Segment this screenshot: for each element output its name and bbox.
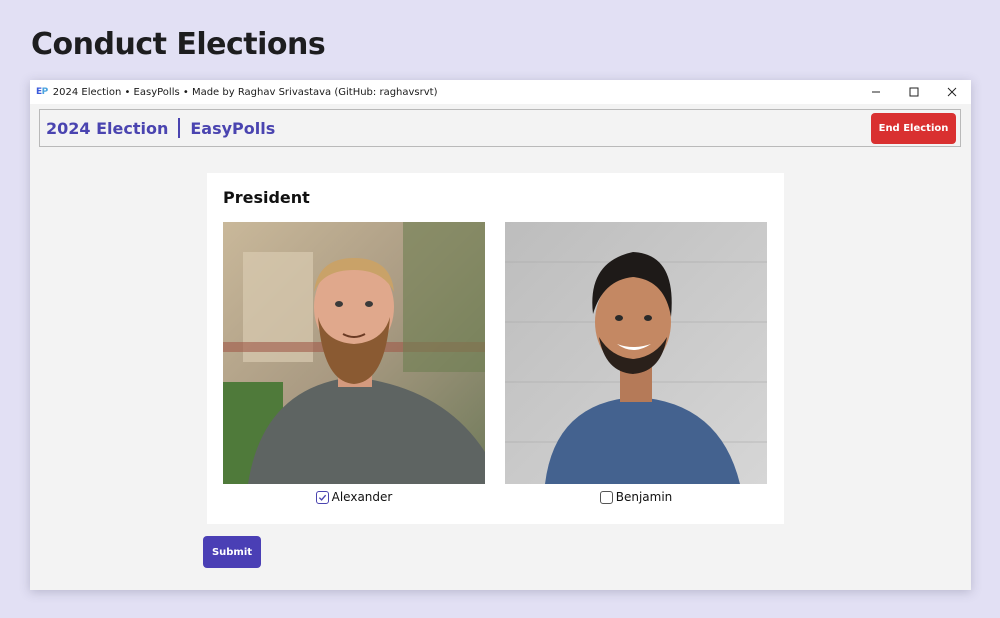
candidate-name[interactable]: Alexander (332, 490, 393, 504)
end-election-button[interactable]: End Election (871, 113, 956, 144)
candidate-name[interactable]: Benjamin (616, 490, 673, 504)
candidate-photo-benjamin[interactable] (505, 222, 767, 484)
page-heading: Conduct Elections (31, 27, 326, 62)
app-logo-icon: EP (36, 87, 48, 97)
app-window: EP 2024 Election • EasyPolls • Made by R… (30, 80, 971, 590)
navbar: 2024 Election EasyPolls End Election (39, 109, 961, 147)
candidate-checkbox-alexander[interactable] (315, 490, 329, 504)
app-name: EasyPolls (190, 118, 276, 138)
window-title: 2024 Election • EasyPolls • Made by Ragh… (52, 86, 438, 98)
brand-divider (178, 118, 181, 138)
maximize-icon[interactable] (895, 80, 933, 104)
title-bar: EP 2024 Election • EasyPolls • Made by R… (30, 80, 971, 104)
window-controls (857, 80, 971, 104)
brand: 2024 Election EasyPolls (46, 118, 275, 138)
candidate-checkbox-benjamin[interactable] (599, 490, 613, 504)
election-name: 2024 Election (46, 118, 169, 138)
minimize-icon[interactable] (857, 80, 895, 104)
ballot-card: President Alexander Benjamin (207, 173, 784, 524)
candidate-benjamin[interactable]: Benjamin (505, 222, 767, 504)
candidate-photo-alexander[interactable] (223, 222, 485, 484)
submit-button[interactable]: Submit (203, 536, 261, 568)
close-icon[interactable] (933, 80, 971, 104)
candidate-alexander[interactable]: Alexander (223, 222, 485, 504)
position-title: President (223, 188, 310, 207)
